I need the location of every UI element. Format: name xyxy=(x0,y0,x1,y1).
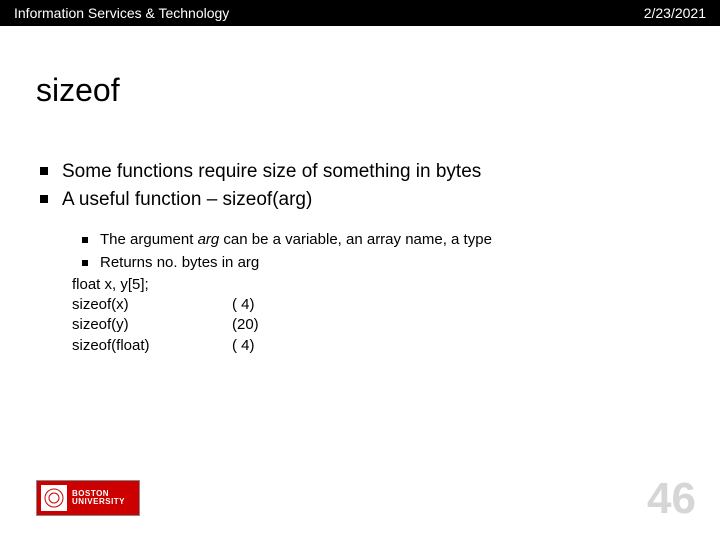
page-number: 46 xyxy=(647,474,696,524)
sub-bullet-item: Returns no. bytes in arg xyxy=(72,253,720,273)
square-bullet-icon xyxy=(40,195,48,203)
code-expr: sizeof(float) xyxy=(72,336,232,356)
code-line: sizeof(x) ( 4) xyxy=(72,295,720,315)
logo-seal-icon xyxy=(41,485,67,511)
header-date: 2/23/2021 xyxy=(644,5,706,21)
header-bar: Information Services & Technology 2/23/2… xyxy=(0,0,720,26)
code-line: sizeof(float) ( 4) xyxy=(72,336,720,356)
bullet-item: Some functions require size of something… xyxy=(40,159,720,185)
logo-text: BOSTON UNIVERSITY xyxy=(72,490,125,507)
code-result: ( 4) xyxy=(232,295,255,315)
code-expr: sizeof(y) xyxy=(72,315,232,335)
main-bullet-list: Some functions require size of something… xyxy=(40,159,720,212)
code-result: (20) xyxy=(232,315,259,335)
sub-bullet-text: The argument arg can be a variable, an a… xyxy=(100,230,492,250)
square-bullet-icon xyxy=(82,260,88,266)
slide-title: sizeof xyxy=(36,72,720,109)
bullet-text: Some functions require size of something… xyxy=(62,159,481,185)
sub-bullet-list: The argument arg can be a variable, an a… xyxy=(72,230,720,273)
bullet-text: A useful function – sizeof(arg) xyxy=(62,187,312,213)
square-bullet-icon xyxy=(40,167,48,175)
code-block: float x, y[5]; sizeof(x) ( 4) sizeof(y) … xyxy=(72,275,720,356)
header-left: Information Services & Technology xyxy=(14,5,229,21)
square-bullet-icon xyxy=(82,237,88,243)
sub-bullet-item: The argument arg can be a variable, an a… xyxy=(72,230,720,250)
code-line: sizeof(y) (20) xyxy=(72,315,720,335)
sub-bullet-text: Returns no. bytes in arg xyxy=(100,253,259,273)
code-line: float x, y[5]; xyxy=(72,275,720,295)
code-result: ( 4) xyxy=(232,336,255,356)
code-expr: sizeof(x) xyxy=(72,295,232,315)
boston-university-logo: BOSTON UNIVERSITY xyxy=(36,480,140,516)
bullet-item: A useful function – sizeof(arg) xyxy=(40,187,720,213)
